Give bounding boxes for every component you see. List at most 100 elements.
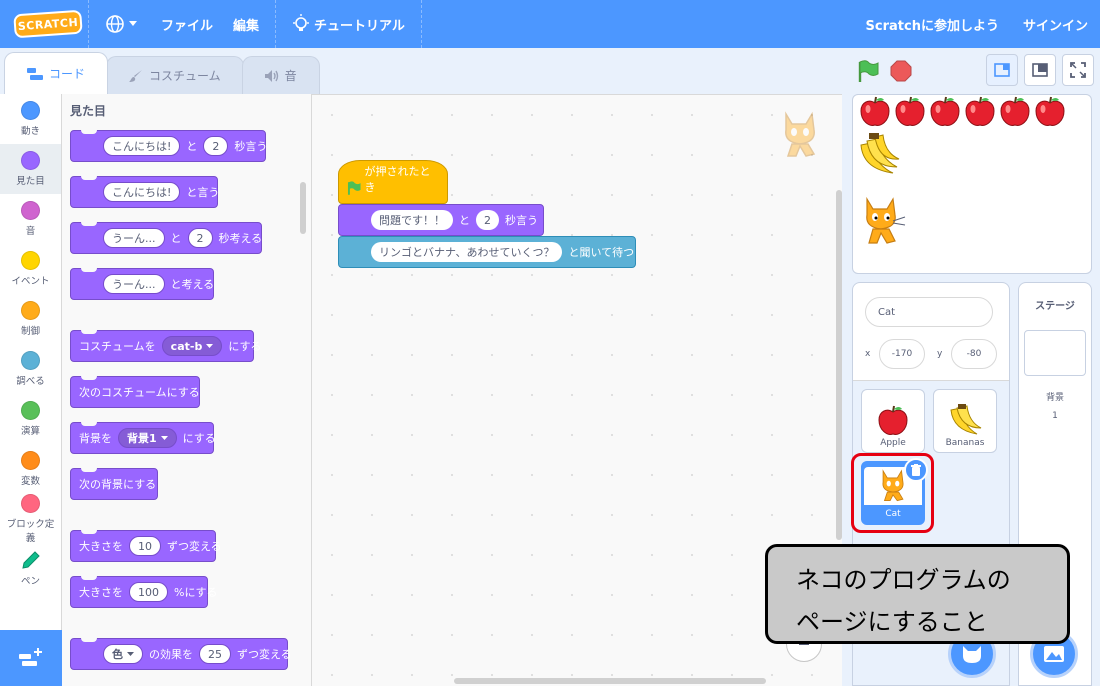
add-extension-icon xyxy=(19,648,42,666)
script-block-ask-and-wait[interactable]: リンゴとバナナ、あわせていくつ？ と聞いて待つ xyxy=(338,236,636,268)
tutorials-menu[interactable]: チュートリアル xyxy=(282,0,415,48)
tab-code-label: コード xyxy=(49,67,86,81)
block-input[interactable]: 100 xyxy=(129,582,168,602)
backdrops-count: 1 xyxy=(1052,411,1058,421)
category-motion[interactable]: 動き xyxy=(0,94,61,144)
costume-dropdown[interactable]: cat-b xyxy=(161,336,223,356)
x-coordinate-input[interactable]: -170 xyxy=(879,339,925,369)
block-input[interactable]: うーん... xyxy=(103,228,165,248)
block-when-flag-clicked[interactable]: が押されたとき xyxy=(338,160,448,204)
block-think-for-secs[interactable]: うーん... と 2 秒考える xyxy=(70,222,262,254)
category-sensing[interactable]: 調べる xyxy=(0,344,61,394)
control-dot-icon xyxy=(21,301,40,320)
script-scrollbar-horizontal[interactable] xyxy=(454,678,766,684)
file-menu[interactable]: ファイル xyxy=(151,0,223,48)
tab-sounds[interactable]: 音 xyxy=(241,56,320,94)
tab-costumes-label: コスチューム xyxy=(149,69,221,83)
script-scrollbar-vertical[interactable] xyxy=(836,190,842,540)
block-text: ずつ変える xyxy=(237,648,292,661)
block-text: 背景を xyxy=(79,432,112,445)
menu-separator xyxy=(420,0,422,48)
stage-canvas[interactable] xyxy=(852,94,1092,274)
block-input[interactable]: こんにちは! xyxy=(103,182,181,202)
edit-menu[interactable]: 編集 xyxy=(223,0,269,48)
green-flag-icon xyxy=(347,181,361,195)
tab-costumes[interactable]: コスチューム xyxy=(106,56,244,94)
block-text: 秒言う xyxy=(505,214,538,227)
block-text: 次の背景にする xyxy=(79,478,157,491)
category-my-blocks[interactable]: ブロック定義 xyxy=(0,494,61,544)
sprite-tile-label: Cat xyxy=(885,509,901,519)
apple-sprite-icon xyxy=(860,96,890,127)
script-block-say-for-secs[interactable]: 問題です！！ と 2 秒言う xyxy=(338,204,544,236)
block-text: ずつ変える xyxy=(167,540,222,553)
block-say[interactable]: こんにちは! と言う xyxy=(70,176,219,208)
block-input[interactable]: 問題です！！ xyxy=(371,210,453,230)
effect-dropdown[interactable]: 色 xyxy=(103,644,143,664)
small-stage-button[interactable] xyxy=(986,54,1018,86)
sprite-tile-bananas[interactable]: Bananas xyxy=(933,389,997,453)
category-control[interactable]: 制御 xyxy=(0,294,61,344)
apple-sprite-icon xyxy=(1035,96,1065,127)
category-pen[interactable]: ペン xyxy=(0,544,61,594)
block-input[interactable]: 25 xyxy=(199,644,231,664)
tutorials-label: チュートリアル xyxy=(314,18,405,34)
category-events[interactable]: イベント xyxy=(0,244,61,294)
apple-sprite-icon xyxy=(965,96,995,127)
block-input[interactable]: リンゴとバナナ、あわせていくつ？ xyxy=(371,242,563,262)
block-next-backdrop[interactable]: 次の背景にする xyxy=(70,468,158,500)
stop-button[interactable] xyxy=(890,60,912,82)
green-flag-button[interactable] xyxy=(856,60,880,84)
block-change-size[interactable]: 大きさを 10 ずつ変える xyxy=(70,530,222,562)
block-input[interactable]: 2 xyxy=(187,228,213,248)
motion-dot-icon xyxy=(21,101,40,120)
block-next-costume[interactable]: 次のコスチュームにする xyxy=(70,376,200,408)
caret-down-icon xyxy=(160,435,168,440)
add-extension-button[interactable] xyxy=(0,630,62,686)
block-input[interactable]: 10 xyxy=(129,536,161,556)
y-coordinate-input[interactable]: -80 xyxy=(951,339,997,369)
block-text: 次のコスチュームにする xyxy=(79,386,200,399)
my-blocks-dot-icon xyxy=(21,494,40,513)
category-label: 音 xyxy=(25,226,36,237)
palette-scrollbar[interactable] xyxy=(300,182,306,234)
tab-code[interactable]: コード xyxy=(4,52,109,94)
apple-icon xyxy=(878,405,908,435)
palette-title: 見た目 xyxy=(70,104,107,118)
block-switch-backdrop[interactable]: 背景を 背景1 にする xyxy=(70,422,216,454)
speaker-icon xyxy=(264,69,278,82)
block-input[interactable]: 2 xyxy=(476,210,499,230)
block-input[interactable]: 2 xyxy=(203,136,229,156)
join-link[interactable]: Scratchに参加しよう xyxy=(854,0,1011,48)
y-label: y xyxy=(937,349,943,359)
block-input[interactable]: うーん... xyxy=(103,274,165,294)
category-looks[interactable]: 見た目 xyxy=(0,144,61,194)
delete-sprite-button[interactable] xyxy=(904,458,928,482)
sprite-name-input[interactable]: Cat xyxy=(865,297,993,327)
sprite-tile-apple[interactable]: Apple xyxy=(861,389,925,453)
category-label: 見た目 xyxy=(16,176,45,187)
category-variables[interactable]: 変数 xyxy=(0,444,61,494)
backdrop-dropdown[interactable]: 背景1 xyxy=(118,428,177,448)
menu-separator xyxy=(88,0,89,48)
block-input[interactable]: こんにちは! xyxy=(103,136,181,156)
lightbulb-icon xyxy=(293,14,310,31)
block-change-effect[interactable]: 色 の効果を 25 ずつ変える xyxy=(70,638,292,670)
block-text: と聞いて待つ xyxy=(568,246,635,259)
category-operators[interactable]: 演算 xyxy=(0,394,61,444)
sprite-tile-label: Apple xyxy=(880,438,906,448)
scratch-logo[interactable]: SCRATCH xyxy=(13,9,83,39)
operators-dot-icon xyxy=(21,401,40,420)
block-switch-costume[interactable]: コスチュームを cat-b にする xyxy=(70,330,261,362)
category-sound[interactable]: 音 xyxy=(0,194,61,244)
language-menu[interactable] xyxy=(95,0,151,48)
block-say-for-secs[interactable]: こんにちは! と 2 秒言う xyxy=(70,130,267,162)
block-set-size[interactable]: 大きさを 100 %にする xyxy=(70,576,218,608)
sign-in-link[interactable]: サインイン xyxy=(1011,0,1100,48)
large-stage-button[interactable] xyxy=(1024,54,1056,86)
dropdown-value: 背景1 xyxy=(127,432,157,445)
caret-down-icon xyxy=(127,651,134,656)
block-think[interactable]: うーん... と考える xyxy=(70,268,214,300)
fullscreen-button[interactable] xyxy=(1062,54,1094,86)
category-label: 制御 xyxy=(20,326,40,337)
